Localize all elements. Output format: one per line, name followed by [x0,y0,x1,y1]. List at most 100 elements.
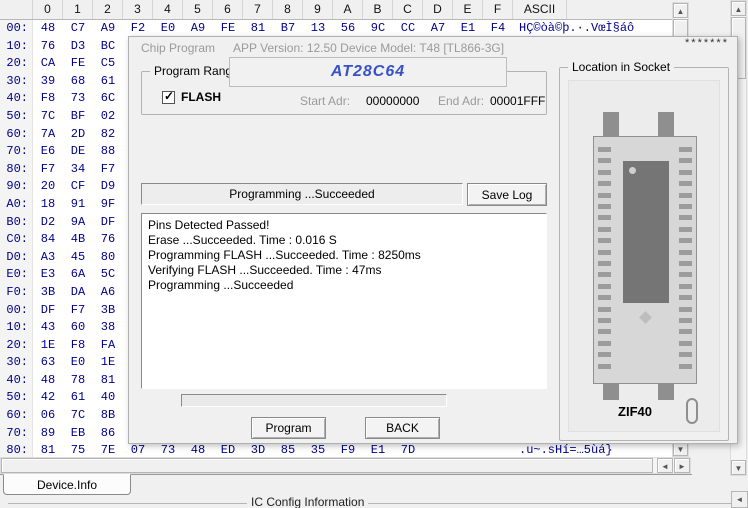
hex-byte[interactable]: 48 [33,20,63,38]
window-scroll-up-icon[interactable]: ▲ [731,1,746,16]
hex-byte[interactable]: D9 [93,178,123,196]
hex-byte[interactable]: B7 [273,20,303,38]
hex-byte[interactable]: 81 [33,442,63,458]
hex-byte[interactable]: 73 [153,442,183,458]
hex-byte[interactable]: 56 [333,20,363,38]
hex-byte[interactable]: CA [33,55,63,73]
hex-byte[interactable]: 76 [93,231,123,249]
bottom-panel-scroll-left-icon[interactable]: ◄ [731,491,748,508]
hex-byte[interactable]: 38 [93,319,123,337]
scroll-up-icon[interactable]: ▲ [673,3,688,18]
hex-byte[interactable]: F8 [33,90,63,108]
hex-byte[interactable]: BC [93,38,123,56]
hex-byte[interactable]: ED [213,442,243,458]
flash-checkbox-row[interactable]: ✓ FLASH [162,90,221,104]
hex-byte[interactable]: E3 [33,266,63,284]
hex-byte[interactable]: FA [93,337,123,355]
hex-byte[interactable]: EB [63,425,93,443]
hex-ascii-text[interactable]: .u~.sHí=…5ùá} [519,442,613,458]
save-log-button[interactable]: Save Log [467,183,547,206]
hex-byte[interactable]: 2D [63,126,93,144]
hex-byte[interactable]: 78 [63,372,93,390]
hex-byte[interactable]: 61 [63,389,93,407]
hex-byte[interactable]: 07 [123,442,153,458]
hex-byte[interactable]: 85 [273,442,303,458]
hex-byte[interactable]: 9A [63,214,93,232]
hex-byte[interactable]: 1E [33,337,63,355]
hex-byte[interactable]: 9C [363,20,393,38]
hex-byte[interactable]: E1 [363,442,393,458]
hex-byte[interactable]: FE [213,20,243,38]
hex-byte[interactable]: A6 [93,284,123,302]
hex-byte[interactable]: C5 [93,55,123,73]
hex-byte[interactable]: 8B [93,407,123,425]
hex-byte[interactable]: 7C [33,108,63,126]
hex-byte[interactable]: 88 [93,143,123,161]
hex-ascii-text[interactable]: HÇ©òà©þ.·.VœÌ§áô [519,20,634,38]
hex-byte[interactable]: DE [63,143,93,161]
hex-byte[interactable]: 89 [33,425,63,443]
hex-byte[interactable]: 20 [33,178,63,196]
hex-byte[interactable]: 91 [63,196,93,214]
hex-byte[interactable]: 06 [33,407,63,425]
hex-byte[interactable]: 4B [63,231,93,249]
hex-byte[interactable]: E6 [33,143,63,161]
hex-byte[interactable]: CC [393,20,423,38]
hex-byte[interactable]: A7 [423,20,453,38]
hex-byte[interactable]: F7 [93,161,123,179]
hex-byte[interactable]: 81 [243,20,273,38]
hex-byte[interactable]: 34 [63,161,93,179]
hex-byte[interactable]: 3B [93,302,123,320]
hex-byte[interactable]: 3D [243,442,273,458]
hex-byte[interactable]: F2 [123,20,153,38]
hex-byte[interactable]: 5C [93,266,123,284]
hex-byte[interactable]: DA [63,284,93,302]
hex-byte[interactable]: E1 [453,20,483,38]
hex-byte[interactable]: BF [63,108,93,126]
hex-byte[interactable]: 40 [93,389,123,407]
hex-byte[interactable]: 84 [33,231,63,249]
hex-hscroll-thumb[interactable] [1,458,653,473]
hex-byte[interactable]: FE [63,55,93,73]
hex-byte[interactable]: F7 [63,302,93,320]
hex-byte[interactable]: 1E [93,354,123,372]
hex-byte[interactable]: 43 [33,319,63,337]
hex-byte[interactable]: E0 [153,20,183,38]
hex-byte[interactable]: 42 [33,389,63,407]
hex-byte[interactable]: 61 [93,73,123,91]
back-button[interactable]: BACK [365,417,440,439]
hex-byte[interactable]: 9F [93,196,123,214]
hex-byte[interactable]: 7A [33,126,63,144]
tab-device-info[interactable]: Device.Info [3,474,131,495]
hex-byte[interactable]: 13 [303,20,333,38]
hex-byte[interactable]: 81 [93,372,123,390]
hex-byte[interactable]: 73 [63,90,93,108]
scroll-left-icon[interactable]: ◄ [657,458,673,473]
hex-byte[interactable]: 3B [33,284,63,302]
hex-byte[interactable]: 68 [63,73,93,91]
window-scroll-down-icon[interactable]: ▼ [731,460,746,475]
hex-byte[interactable]: F8 [63,337,93,355]
hex-byte[interactable]: D3 [63,38,93,56]
hex-byte[interactable]: 7E [93,442,123,458]
hex-byte[interactable]: 39 [33,73,63,91]
hex-byte[interactable]: 6A [63,266,93,284]
hex-byte[interactable]: 48 [183,442,213,458]
hex-byte[interactable]: 45 [63,249,93,267]
hex-byte[interactable]: D2 [33,214,63,232]
hex-horizontal-scrollbar[interactable]: ◄ ► [0,457,691,474]
log-output[interactable]: Pins Detected Passed!Erase ...Succeeded.… [141,213,547,389]
hex-byte[interactable]: F4 [483,20,513,38]
hex-byte[interactable]: E0 [63,354,93,372]
hex-byte[interactable]: DF [93,214,123,232]
hex-byte[interactable]: 60 [63,319,93,337]
hex-byte[interactable]: F7 [33,161,63,179]
hex-byte[interactable]: A9 [183,20,213,38]
hex-byte[interactable]: 7D [393,442,423,458]
flash-checkbox[interactable]: ✓ [162,91,175,104]
program-button[interactable]: Program [251,417,326,439]
hex-byte[interactable]: C7 [63,20,93,38]
hex-byte[interactable]: 02 [93,108,123,126]
hex-byte[interactable]: CF [63,178,93,196]
hex-byte[interactable]: 7C [63,407,93,425]
